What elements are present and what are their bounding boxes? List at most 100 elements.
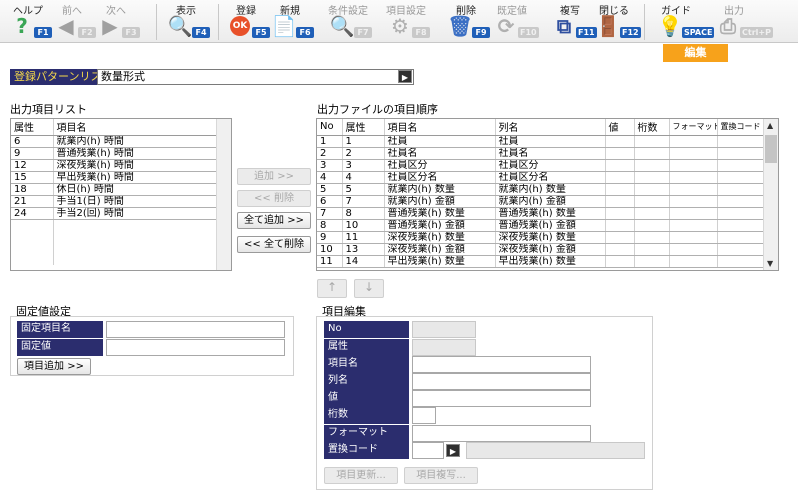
table-row[interactable] [11,242,218,254]
table-row[interactable] [11,230,218,243]
default-value-icon: ⟳ [497,14,515,38]
table-cell: 社員区分名 [384,171,496,184]
table-row[interactable] [11,219,218,231]
format-input[interactable] [412,425,591,442]
toolbar: ヘルプ? F1 前へ ◀ F2 次へ ▶ F3 表示 🔍 F4 登録 OK F5 新規 📄 F6 条件設定 🔍 F7 項… [0,0,798,43]
add-all-button[interactable]: 全て追加 >> [237,212,311,229]
item-update-button[interactable]: 項目更新... [324,467,398,484]
scrollbar-thumb[interactable] [765,135,777,163]
table-cell: 8 [317,219,343,232]
move-up-button[interactable]: ↑ [317,279,347,298]
table-cell [669,231,718,244]
table-cell [53,242,218,254]
table-cell [717,207,765,220]
table-row[interactable]: 6 就業内(h) 時間 [11,135,218,148]
digits-input[interactable] [412,407,436,424]
table-cell: 5 [342,183,385,196]
table-row[interactable]: 3 3 社員区分 社員区分 [317,159,765,172]
table-cell [669,207,718,220]
table-cell: 休日(h) 時間 [53,183,218,196]
edit-tab[interactable]: 編集 [663,44,728,62]
toolbar-button-copy[interactable]: 複写 ⧉ F11 [548,0,597,42]
file-order-title: 出力ファイルの項目順序 [317,103,438,116]
table-cell [669,135,718,148]
column-name-input[interactable] [412,373,591,390]
toolbar-button-arrow-left[interactable]: 前へ ◀ F2 [50,0,96,42]
table-row[interactable]: 9 11 深夜残業(h) 数量 深夜残業(h) 数量 [317,231,765,244]
toolbar-button-help[interactable]: ヘルプ? F1 [6,0,52,42]
file-order-scrollbar[interactable]: ▲ ▼ [763,119,778,270]
toolbar-button-print[interactable]: 出力 ⎙ Ctrl+P [712,0,773,42]
toolbar-button-arrow-right[interactable]: 次へ ▶ F3 [94,0,140,42]
column-header[interactable]: 桁数 [634,119,670,136]
column-name-value [413,376,416,387]
table-row[interactable]: 8 10 普通残業(h) 金額 普通残業(h) 金額 [317,219,765,232]
table-row[interactable]: 5 5 就業内(h) 数量 就業内(h) 数量 [317,183,765,196]
toolbar-button-magnifier[interactable]: 表示 🔍 F4 [164,0,210,42]
table-cell: 5 [317,183,343,196]
add-button[interactable]: 追加 >> [237,168,311,185]
table-row[interactable]: 12 深夜残業(h) 時間 [11,159,218,172]
column-header[interactable]: 項目名 [53,119,218,136]
toolbar-button-condition-search[interactable]: 条件設定 🔍 F7 [326,0,372,42]
toolbar-button-default-value[interactable]: 既定値 ⟳ F10 [490,0,539,42]
no-input [412,321,476,338]
pattern-dropdown-button[interactable]: ▶ [398,70,412,83]
table-row[interactable]: 2 2 社員名 社員名 [317,147,765,160]
column-header[interactable]: No [317,119,343,136]
table-row[interactable]: 11 14 早出残業(h) 数量 早出残業(h) 数量 [317,255,765,268]
table-cell: 早出残業(h) 時間 [53,171,218,184]
column-header[interactable]: 属性 [342,119,385,136]
value-input[interactable] [412,390,591,407]
replace-code-dropdown-button[interactable]: ▶ [446,444,460,457]
item-name-input[interactable] [412,356,591,373]
table-row[interactable] [11,253,218,266]
output-items-scrollbar[interactable] [216,119,231,270]
toolbar-button-new-document[interactable]: 新規 📄 F6 [268,0,314,42]
replace-code-input[interactable] [412,442,444,459]
table-cell [634,183,670,196]
table-cell: 1 [342,135,385,148]
table-row[interactable]: 6 7 就業内(h) 金額 就業内(h) 金額 [317,195,765,208]
column-header[interactable]: 項目名 [384,119,496,136]
scroll-up-icon[interactable]: ▲ [767,121,773,130]
toolbar-button-item-settings[interactable]: 項目設定 ⚙ F8 [384,0,430,42]
table-row[interactable]: 7 8 普通残業(h) 数量 普通残業(h) 数量 [317,207,765,220]
table-cell [717,243,765,256]
table-row[interactable]: 10 13 深夜残業(h) 金額 深夜残業(h) 金額 [317,243,765,256]
column-header[interactable]: 列名 [495,119,606,136]
table-cell [634,207,670,220]
scroll-down-icon[interactable]: ▼ [767,259,773,268]
column-header[interactable]: 値 [605,119,635,136]
table-cell: 2 [317,147,343,160]
toolbar-button-trash[interactable]: 削除 🗑 F9 [444,0,490,42]
table-cell: 就業内(h) 時間 [53,135,218,148]
table-row[interactable]: 21 手当1(日) 時間 [11,195,218,208]
table-row[interactable]: 15 早出残業(h) 時間 [11,171,218,184]
table-row[interactable]: 1 1 社員 社員 [317,135,765,148]
table-row[interactable]: 9 普通残業(h) 時間 [11,147,218,160]
fixed-item-name-input[interactable] [106,321,285,338]
fixed-item-name-label: 固定項目名 [17,321,103,338]
item-add-button[interactable]: 項目追加 >> [17,358,91,375]
toolbar-button-bulb[interactable]: ガイド 💡 SPACE [654,0,715,42]
item-copy-button[interactable]: 項目複写... [404,467,478,484]
column-header[interactable]: 置換コード [717,119,765,136]
remove-button[interactable]: << 削除 [237,190,311,207]
table-row[interactable]: 4 4 社員区分名 社員区分名 [317,171,765,184]
column-header[interactable]: フォーマット [669,119,718,136]
fixed-value-input[interactable] [106,339,285,356]
toolbar-button-close-door[interactable]: 閉じる 🚪 F12 [592,0,641,42]
table-cell [53,253,218,266]
table-row[interactable]: 24 手当2(回) 時間 [11,207,218,220]
move-down-button[interactable]: ↓ [354,279,384,298]
pattern-select[interactable]: 数量形式 [97,69,414,85]
toolbar-separator [218,4,219,40]
table-cell [669,183,718,196]
toolbar-button-ok[interactable]: 登録 OK F5 [224,0,270,42]
table-row[interactable]: 18 休日(h) 時間 [11,183,218,196]
column-header[interactable]: 属性 [11,119,54,136]
remove-all-button[interactable]: << 全て削除 [237,236,311,253]
table-cell: 就業内(h) 数量 [495,183,606,196]
arrow-down-icon: ↓ [363,280,375,294]
